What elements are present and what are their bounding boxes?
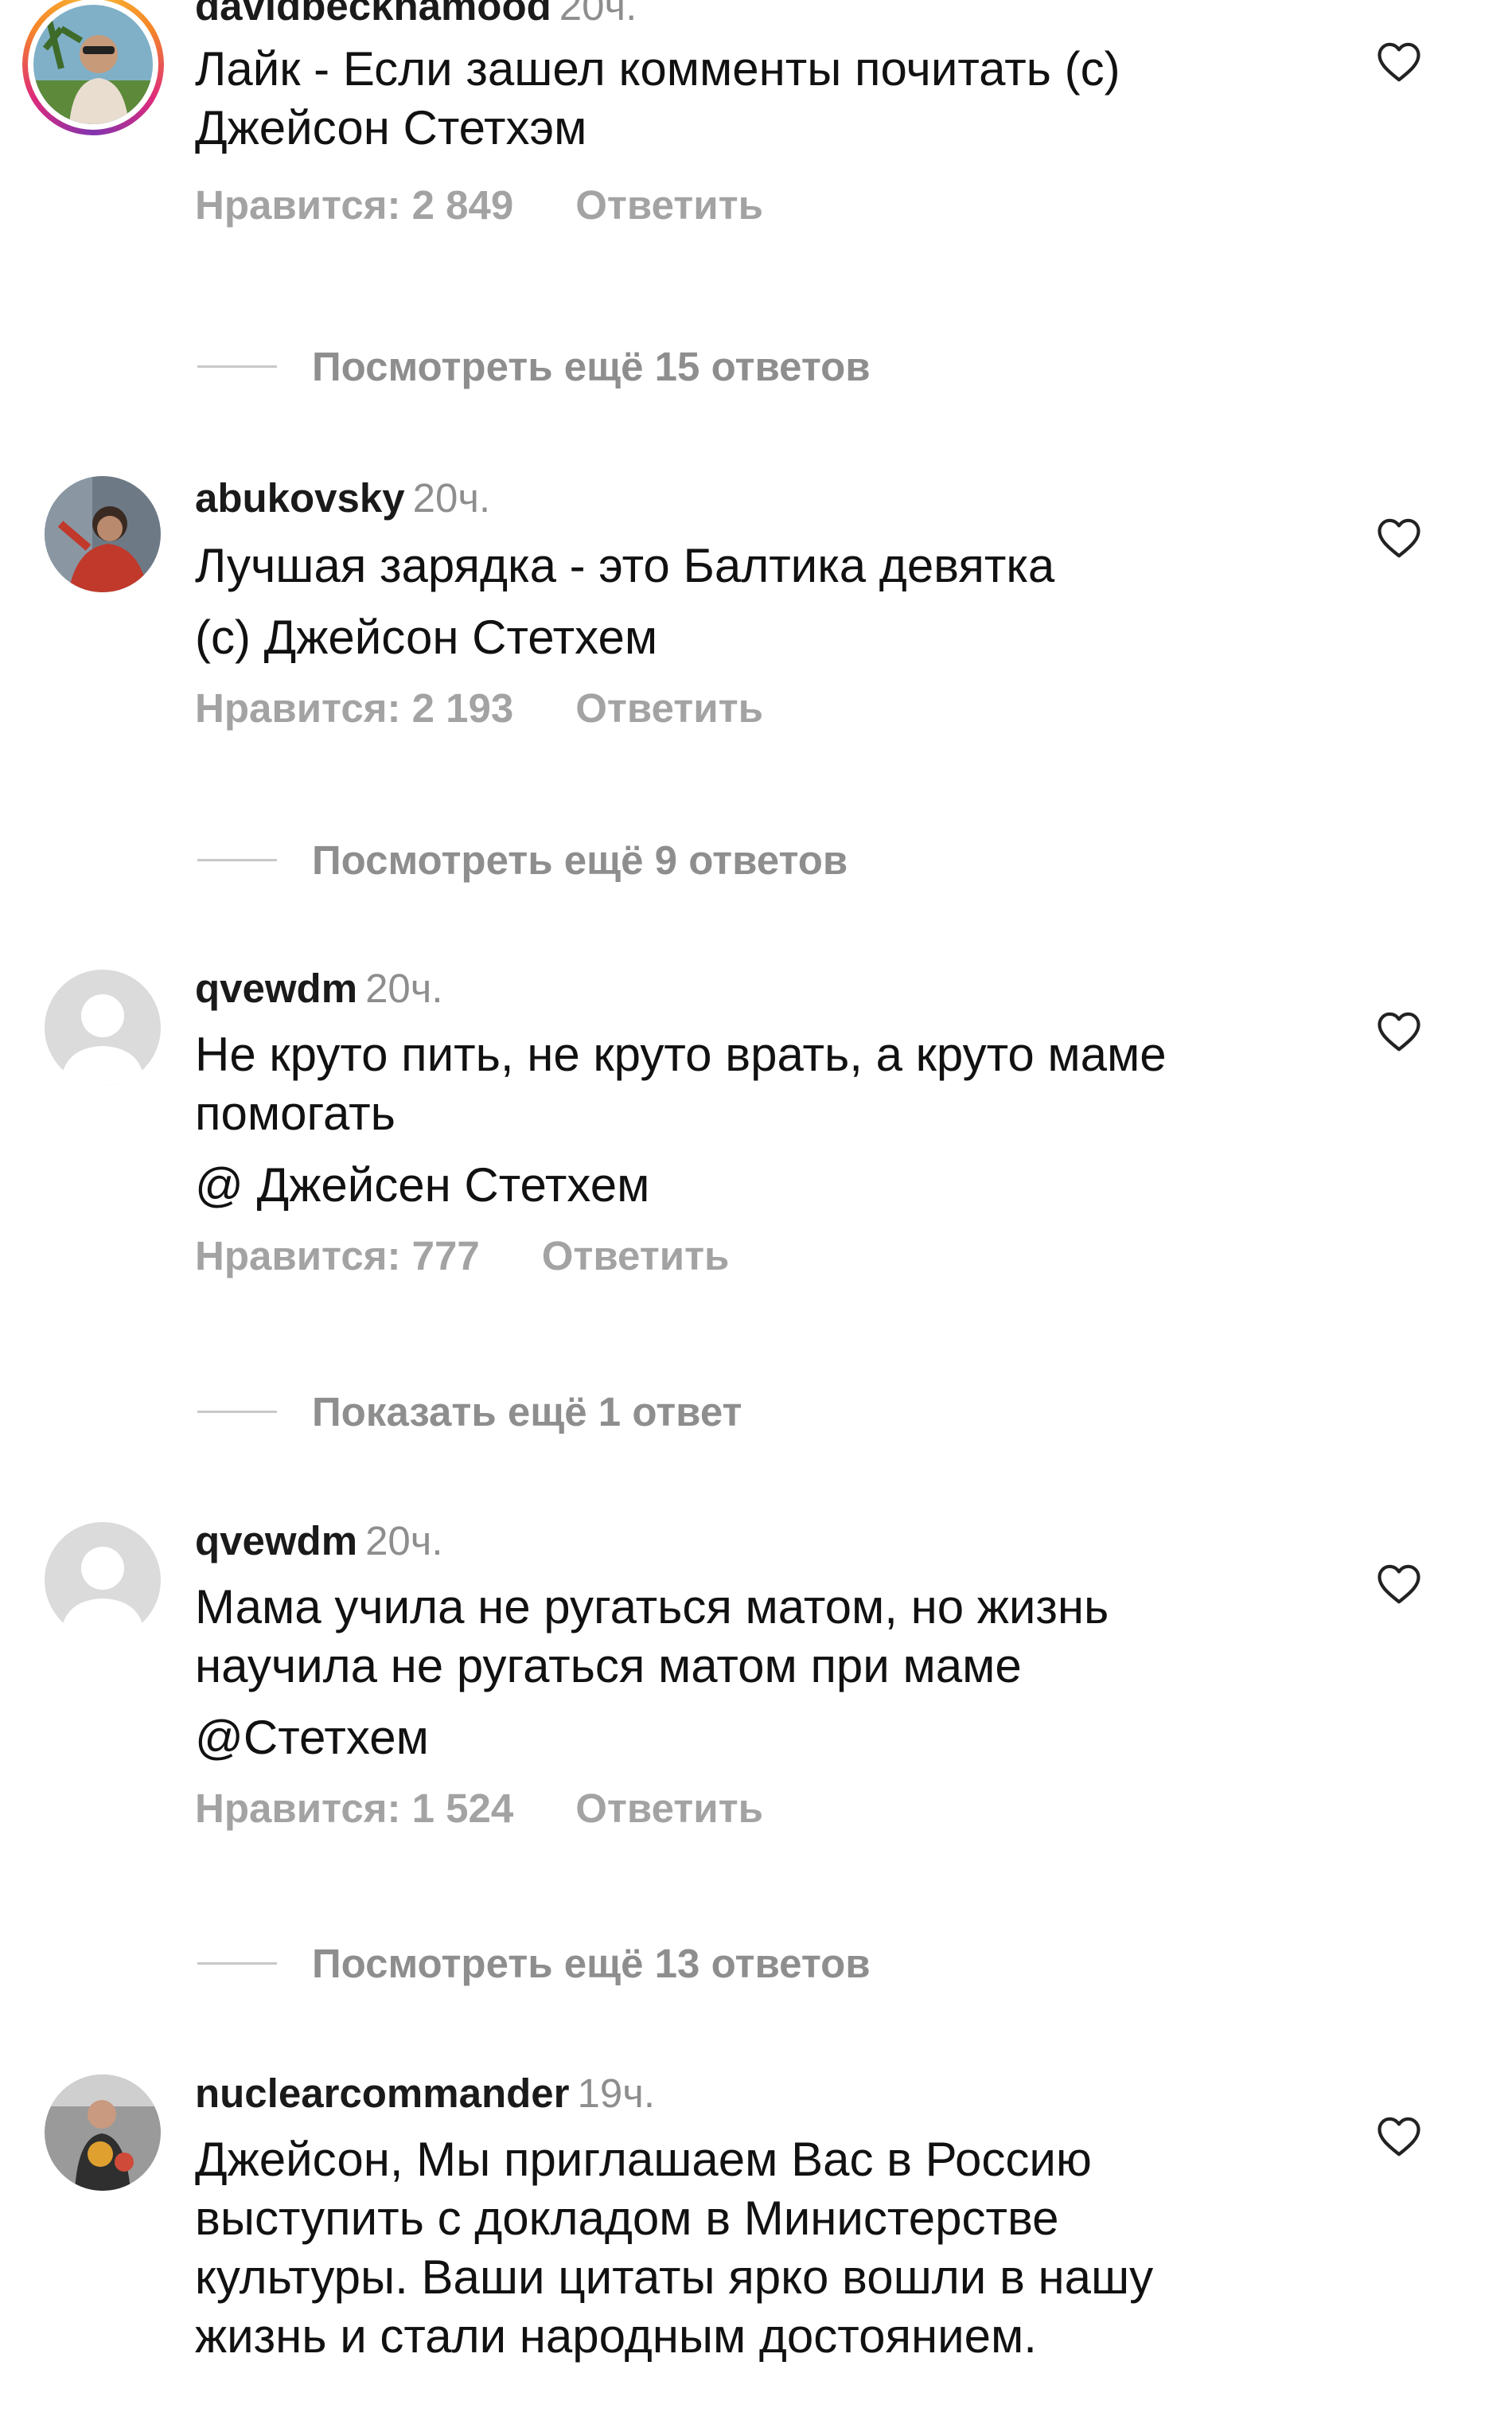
comment-username[interactable]: abukovsky (195, 475, 405, 521)
view-more-replies-label: Посмотреть ещё 15 ответов (312, 343, 871, 389)
comment-time: 19ч. (577, 2071, 655, 2116)
comment-text-line: культуры. Ваши цитаты ярко вошли в нашу (195, 2250, 1154, 2304)
reply-button[interactable]: Ответить (575, 685, 763, 731)
comment-text-line: жизнь и стали народным достоянием. (195, 2309, 1037, 2363)
reply-button[interactable]: Ответить (575, 1786, 763, 1831)
avatar[interactable] (22, 0, 164, 135)
comment-text-line: выступить с докладом в Министерстве (195, 2192, 1059, 2245)
comment-signature: @Стетхем (195, 1711, 429, 1764)
comment-username[interactable]: nuclearcommander (195, 2071, 570, 2116)
heart-outline-icon[interactable] (1377, 1011, 1421, 1052)
avatar[interactable] (45, 476, 161, 592)
view-more-replies[interactable]: Посмотреть ещё 13 ответов (197, 1939, 871, 1987)
avatar-photo (33, 5, 153, 124)
avatar[interactable] (45, 1522, 161, 1638)
default-avatar-icon (45, 970, 161, 1086)
like-count[interactable]: Нравится: 777 (195, 1233, 480, 1278)
replies-divider (197, 1961, 277, 1965)
comment-time: 20ч. (412, 475, 491, 521)
like-count[interactable]: Нравится: 1 524 (195, 1786, 513, 1831)
comment-time: 20ч. (365, 966, 443, 1011)
reply-button[interactable]: Ответить (575, 182, 763, 228)
replies-divider (197, 1410, 277, 1413)
like-count[interactable]: Нравится: 2 193 (195, 685, 513, 731)
comment-text: Джейсон, Мы приглашаем Вас в Россию выст… (195, 2130, 1309, 2366)
view-more-replies-label: Посмотреть ещё 13 ответов (312, 1940, 871, 1986)
heart-outline-icon[interactable] (1377, 1563, 1421, 1605)
comment-signature: @ Джейсен Стетхем (195, 1158, 650, 1212)
view-more-replies[interactable]: Посмотреть ещё 15 ответов (197, 342, 871, 390)
comment-text-line: Джейсон Стетхэм (195, 101, 587, 154)
comment-text-line: Лучшая зарядка - это Балтика девятка (195, 539, 1055, 592)
reply-button[interactable]: Ответить (542, 1233, 730, 1278)
replies-divider (197, 858, 277, 861)
view-more-replies[interactable]: Посмотреть ещё 9 ответов (197, 836, 848, 884)
comment-text: Лучшая зарядка - это Балтика девятка (с)… (195, 537, 1309, 667)
comment-text-line: Джейсон, Мы приглашаем Вас в Россию (195, 2133, 1092, 2186)
comment-username[interactable]: davidbeckhamood (195, 0, 551, 29)
avatar[interactable] (45, 970, 161, 1086)
comment-text-line: Лайк - Если зашел комменты почитать (с) (195, 42, 1120, 96)
avatar[interactable] (45, 2075, 161, 2191)
comment-text: Лайк - Если зашел комменты почитать (с) … (195, 40, 1309, 158)
heart-outline-icon[interactable] (1377, 41, 1421, 83)
comment-text: Не круто пить, не круто врать, а круто м… (195, 1025, 1309, 1215)
comment-text: Мама учила не ругаться матом, но жизнь н… (195, 1578, 1309, 1767)
heart-outline-icon[interactable] (1377, 517, 1421, 559)
comment-text-line: научила не ругаться матом при маме (195, 1639, 1022, 1692)
like-count[interactable]: Нравится: 2 849 (195, 182, 513, 228)
comment-time: 20ч. (365, 1518, 443, 1563)
comment-text-line: Не круто пить, не круто врать, а круто м… (195, 1028, 1167, 1081)
view-more-replies-label: Показать ещё 1 ответ (312, 1388, 742, 1434)
replies-divider (197, 365, 277, 368)
comment-username[interactable]: qvewdm (195, 1518, 357, 1563)
default-avatar-icon (45, 1522, 161, 1638)
comment-text-line: Мама учила не ругаться матом, но жизнь (195, 1580, 1109, 1634)
comment-signature: (с) Джейсон Стетхем (195, 611, 658, 664)
heart-outline-icon[interactable] (1377, 2116, 1421, 2157)
comment-text-line: помогать (195, 1087, 396, 1140)
view-more-replies[interactable]: Показать ещё 1 ответ (197, 1388, 742, 1435)
comment-username[interactable]: qvewdm (195, 966, 357, 1011)
comment-time: 20ч. (559, 0, 637, 29)
view-more-replies-label: Посмотреть ещё 9 ответов (312, 837, 848, 883)
